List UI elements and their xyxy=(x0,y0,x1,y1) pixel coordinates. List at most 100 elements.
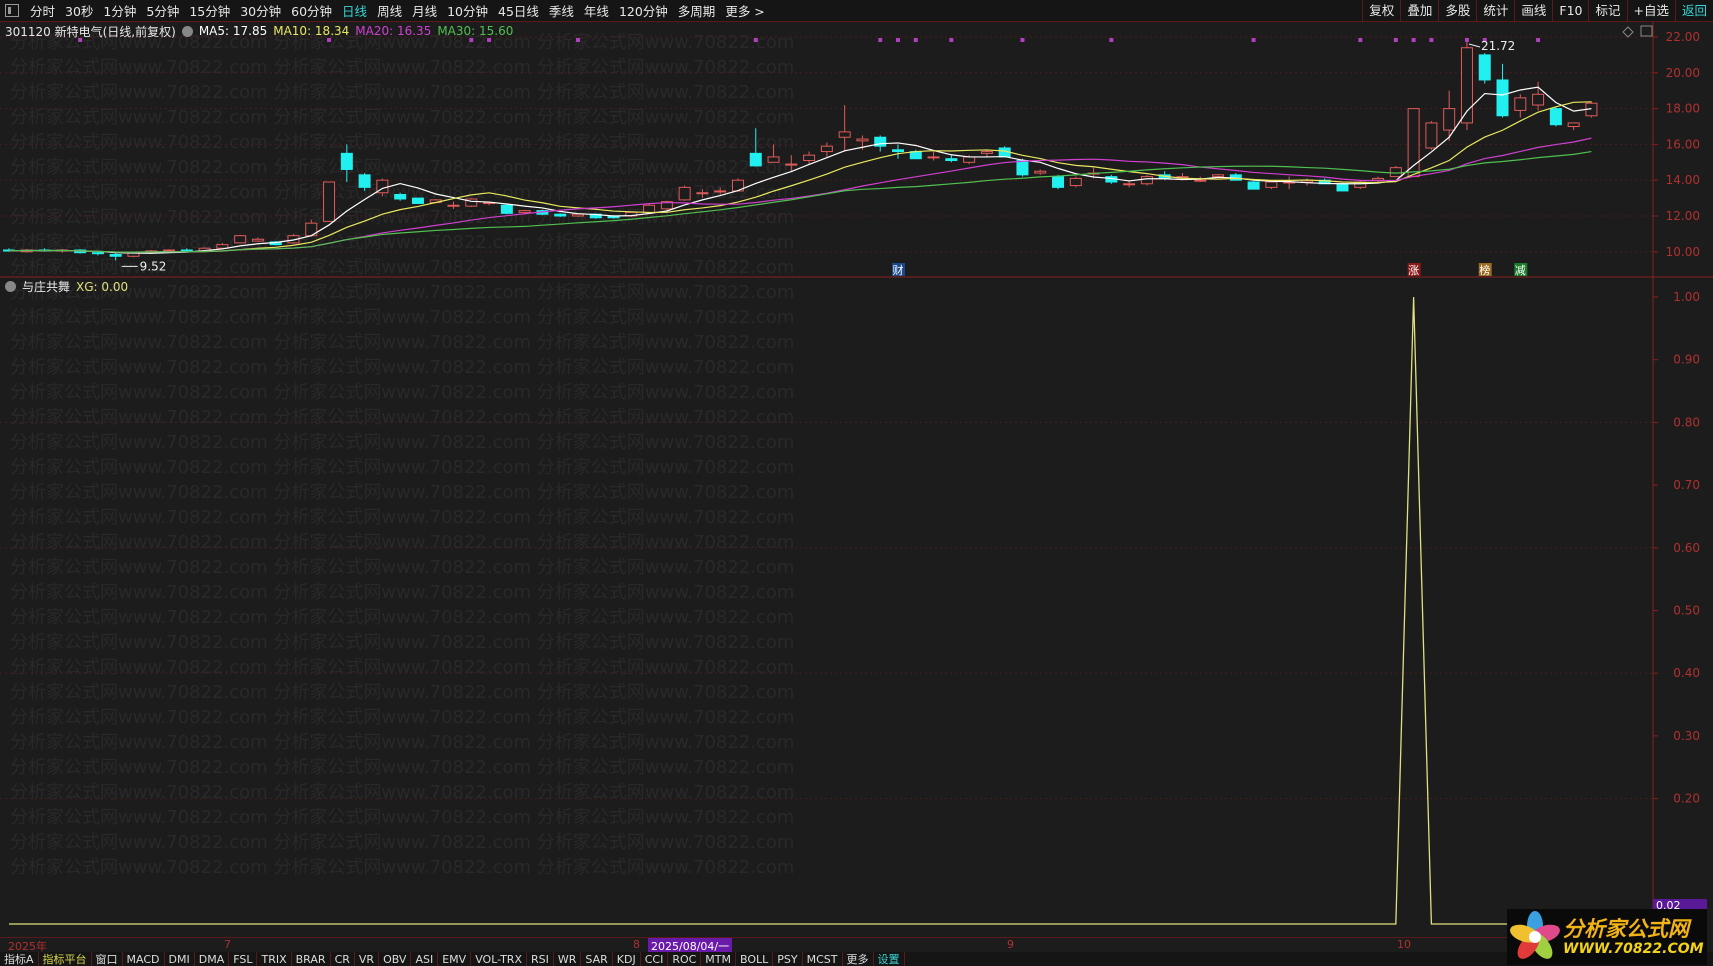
indicator-tab-1[interactable]: 指标平台 xyxy=(39,952,92,966)
candle-body xyxy=(251,238,264,242)
indicator-tab-13[interactable]: EMV xyxy=(438,952,472,966)
indicator-tab-0[interactable]: 指标A xyxy=(0,952,39,966)
toolbar-button-6[interactable]: 标记 xyxy=(1588,0,1626,22)
ma5-value: MA5: 17.85 xyxy=(198,24,268,38)
tab-period-10[interactable]: 10分钟 xyxy=(442,1,493,20)
indicator-tab-7[interactable]: TRIX xyxy=(257,952,292,966)
indicator-tab-15[interactable]: RSI xyxy=(527,952,554,966)
tab-period-5[interactable]: 30分钟 xyxy=(235,1,286,20)
indicator-tab-18[interactable]: KDJ xyxy=(613,952,641,966)
candle xyxy=(1443,90,1456,141)
tab-period-3[interactable]: 5分钟 xyxy=(141,1,184,20)
candle-body xyxy=(1265,181,1278,188)
watermark-text: 分析家公式网www.70822.com 分析家公式网www.70822.com … xyxy=(10,232,794,253)
ma10-value: MA10: 18.34 xyxy=(273,24,350,38)
signal-dot xyxy=(1536,38,1541,42)
indicator-tab-10[interactable]: VR xyxy=(355,952,380,966)
indicator-tab-21[interactable]: MTM xyxy=(701,952,736,966)
indicator-tab-3[interactable]: MACD xyxy=(123,952,165,966)
event-marker-label[interactable]: 减 xyxy=(1515,264,1526,277)
tab-period-12[interactable]: 季线 xyxy=(544,1,579,20)
candle-body xyxy=(1549,108,1562,126)
signal-dot xyxy=(878,38,883,42)
indicator-tab-12[interactable]: ASI xyxy=(411,952,439,966)
candle xyxy=(465,198,478,208)
tab-period-2[interactable]: 1分钟 xyxy=(98,1,141,20)
watermark-text: 分析家公式网www.70822.com 分析家公式网www.70822.com … xyxy=(10,657,794,678)
indicator-tab-5[interactable]: DMA xyxy=(195,952,230,966)
candle xyxy=(1034,169,1047,175)
candle xyxy=(411,197,424,204)
indicator-tab-20[interactable]: ROC xyxy=(668,952,702,966)
candle xyxy=(731,178,744,192)
toolbar-button-2[interactable]: 多股 xyxy=(1438,0,1476,22)
tab-period-7[interactable]: 日线 xyxy=(337,1,372,20)
toolbar-button-7[interactable]: +自选 xyxy=(1626,0,1675,22)
tab-period-13[interactable]: 年线 xyxy=(579,1,614,20)
indicator-tab-2[interactable]: 窗口 xyxy=(92,952,123,966)
toolbar-button-0[interactable]: 复权 xyxy=(1362,0,1400,22)
tab-period-15[interactable]: 多周期 xyxy=(673,1,721,20)
settings-dot-icon[interactable] xyxy=(181,25,193,37)
chart-canvas[interactable]: 分析家公式网www.70822.com 分析家公式网www.70822.com … xyxy=(0,0,1713,966)
watermark-text: 分析家公式网www.70822.com 分析家公式网www.70822.com … xyxy=(10,632,794,653)
indicator-tab-4[interactable]: DMI xyxy=(165,952,195,966)
candle xyxy=(234,234,247,244)
event-marker-label[interactable]: 榜 xyxy=(1479,263,1490,277)
watermark-text: 分析家公式网www.70822.com 分析家公式网www.70822.com … xyxy=(10,382,794,403)
candle xyxy=(1389,165,1402,178)
watermark-text: 分析家公式网www.70822.com 分析家公式网www.70822.com … xyxy=(10,507,794,528)
tab-period-11[interactable]: 45日线 xyxy=(493,1,544,20)
indicator-toggle-icon[interactable] xyxy=(5,281,16,292)
indicator-tab-9[interactable]: CR xyxy=(331,952,355,966)
candle xyxy=(1052,174,1065,190)
candle-body xyxy=(1336,183,1349,192)
toolbar-button-4[interactable]: 画线 xyxy=(1514,0,1552,22)
candle xyxy=(927,151,940,161)
indicator-tab-16[interactable]: WR xyxy=(554,952,582,966)
toolbar-button-8[interactable]: 返回 xyxy=(1674,0,1713,22)
tab-period-4[interactable]: 15分钟 xyxy=(184,1,235,20)
candle-body xyxy=(1194,179,1207,182)
high-price-label: 21.72 xyxy=(1481,39,1515,53)
watermark-text: 分析家公式网www.70822.com 分析家公式网www.70822.com … xyxy=(10,157,794,178)
tab-period-6[interactable]: 60分钟 xyxy=(286,1,337,20)
tab-period-16[interactable]: 更多 > xyxy=(720,1,769,20)
indicator-tab-8[interactable]: BRAR xyxy=(292,952,331,966)
indicator-tab-17[interactable]: SAR xyxy=(581,952,613,966)
candle-body xyxy=(1478,54,1491,81)
indicator-name[interactable]: 与庄共舞 xyxy=(22,278,70,295)
panel-toggle-icon[interactable] xyxy=(5,4,19,17)
toolbar-button-3[interactable]: 统计 xyxy=(1476,0,1514,22)
toolbar-button-5[interactable]: F10 xyxy=(1552,0,1588,22)
candle xyxy=(1549,106,1562,127)
watermark-text: 分析家公式网www.70822.com 分析家公式网www.70822.com … xyxy=(10,682,794,703)
tab-period-14[interactable]: 120分钟 xyxy=(614,1,673,20)
event-marker-label[interactable]: 财 xyxy=(893,263,904,277)
watermark-text: 分析家公式网www.70822.com 分析家公式网www.70822.com … xyxy=(10,757,794,778)
indicator-tab-6[interactable]: FSL xyxy=(229,952,258,966)
indicator-tab-26[interactable]: 设置 xyxy=(874,952,905,966)
candle-body xyxy=(696,192,709,195)
indicator-tab-23[interactable]: PSY xyxy=(773,952,803,966)
indicator-tab-14[interactable]: VOL-TRX xyxy=(471,952,527,966)
candle-body xyxy=(785,163,798,166)
price-tick-label: 22.00 xyxy=(1666,30,1700,44)
indicator-tab-11[interactable]: OBV xyxy=(379,952,412,966)
indicator-tab-25[interactable]: 更多 xyxy=(843,952,874,966)
candle-body xyxy=(323,181,336,222)
toolbar-button-1[interactable]: 叠加 xyxy=(1400,0,1438,22)
watermark-text: 分析家公式网www.70822.com 分析家公式网www.70822.com … xyxy=(10,307,794,328)
indicator-tab-19[interactable]: CCI xyxy=(641,952,669,966)
tab-period-8[interactable]: 周线 xyxy=(372,1,407,20)
tab-period-0[interactable]: 分时 xyxy=(25,1,60,20)
signal-dot xyxy=(753,38,758,42)
indicator-tab-22[interactable]: BOLL xyxy=(736,952,774,966)
tab-period-9[interactable]: 月线 xyxy=(407,1,442,20)
candle-body xyxy=(803,154,816,162)
tab-period-1[interactable]: 30秒 xyxy=(60,1,98,20)
watermark-text: 分析家公式网www.70822.com 分析家公式网www.70822.com … xyxy=(10,607,794,628)
event-marker-label[interactable]: 涨 xyxy=(1408,264,1419,277)
indicator-tab-24[interactable]: MCST xyxy=(803,952,843,966)
layout-icon xyxy=(1640,25,1653,37)
